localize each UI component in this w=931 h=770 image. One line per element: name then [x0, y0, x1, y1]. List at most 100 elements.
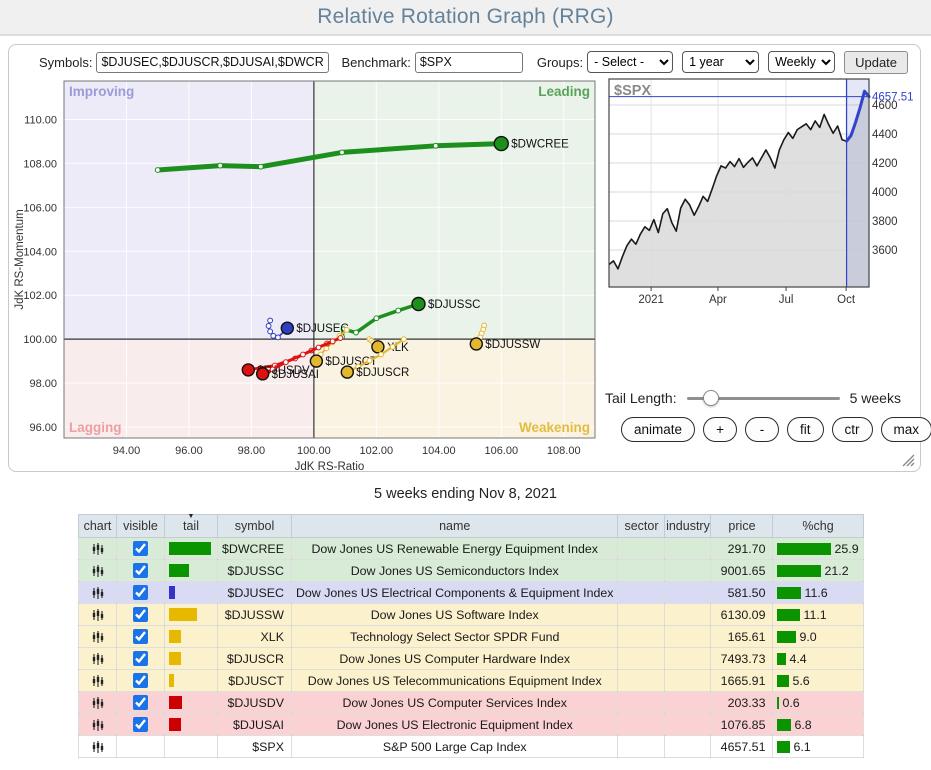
- chart-link-cell[interactable]: [79, 604, 117, 626]
- groups-select[interactable]: - Select -: [587, 51, 673, 73]
- name-cell: Dow Jones US Software Index: [291, 604, 618, 626]
- svg-text:106.00: 106.00: [23, 202, 57, 214]
- chart-link-cell[interactable]: [79, 648, 117, 670]
- svg-text:94.00: 94.00: [113, 445, 141, 457]
- rrg-dot-DJUSAI[interactable]: [257, 368, 269, 380]
- rrg-dot-label: $DJUSAI: [272, 369, 319, 381]
- chart-icon[interactable]: [91, 630, 105, 644]
- resize-handle-icon[interactable]: [900, 452, 915, 467]
- tail-swatch: [169, 718, 181, 731]
- svg-text:Apr: Apr: [709, 294, 727, 306]
- rrg-chart[interactable]: ImprovingLeadingLaggingWeakening96.0098.…: [9, 73, 609, 477]
- chart-link-cell[interactable]: [79, 560, 117, 582]
- rrg-dot-XLK[interactable]: [372, 341, 384, 353]
- visible-checkbox[interactable]: [133, 563, 148, 578]
- rrg-dot-DWCREE[interactable]: [494, 137, 508, 151]
- rrg-dot-label: $DJUSCR: [356, 367, 409, 379]
- name-cell: Dow Jones US Telecommunications Equipmen…: [291, 670, 618, 692]
- column-header-chart[interactable]: chart: [79, 515, 117, 538]
- max-button[interactable]: max: [881, 417, 931, 442]
- visible-checkbox[interactable]: [133, 585, 148, 600]
- price-cell: 291.70: [711, 538, 773, 560]
- fit-button[interactable]: fit: [787, 417, 824, 442]
- column-header-sector[interactable]: sector: [618, 515, 665, 538]
- slider-thumb[interactable]: [703, 390, 719, 406]
- pct-change-bar: [777, 565, 821, 577]
- chart-link-cell[interactable]: [79, 670, 117, 692]
- industry-cell: [665, 714, 711, 736]
- chart-icon[interactable]: [91, 542, 105, 556]
- pct-change-bar: [777, 653, 786, 665]
- column-header-industry[interactable]: industry: [665, 515, 711, 538]
- pct-change-cell: 11.1: [773, 604, 863, 626]
- visible-checkbox[interactable]: [133, 607, 148, 622]
- chart-icon[interactable]: [91, 564, 105, 578]
- chart-icon[interactable]: [91, 586, 105, 600]
- visible-checkbox[interactable]: [133, 695, 148, 710]
- chart-icon[interactable]: [91, 674, 105, 688]
- visible-cell: [117, 736, 165, 758]
- svg-text:2021: 2021: [638, 294, 664, 306]
- frequency-select[interactable]: Weekly: [768, 51, 835, 73]
- svg-text:108.00: 108.00: [23, 158, 57, 170]
- chart-link-cell[interactable]: [79, 626, 117, 648]
- zoom-in-button[interactable]: +: [703, 417, 737, 442]
- update-button[interactable]: Update: [844, 51, 908, 74]
- zoom-out-button[interactable]: -: [745, 417, 779, 442]
- tail-swatch: [169, 630, 181, 643]
- chart-icon[interactable]: [91, 608, 105, 622]
- pct-change-cell: 5.6: [773, 670, 863, 692]
- rrg-dot-DJUSSW[interactable]: [470, 338, 482, 350]
- chart-link-cell[interactable]: [79, 538, 117, 560]
- visible-checkbox[interactable]: [133, 717, 148, 732]
- rrg-dot-DJUSSC[interactable]: [412, 297, 425, 310]
- chart-link-cell[interactable]: [79, 714, 117, 736]
- rrg-dot-DJUSCR[interactable]: [341, 366, 353, 378]
- column-header-symbol[interactable]: symbol: [218, 515, 292, 538]
- svg-text:108.00: 108.00: [547, 445, 581, 457]
- chart-icon[interactable]: [91, 652, 105, 666]
- chart-link-cell[interactable]: [79, 736, 117, 758]
- column-header-chg[interactable]: %chg: [773, 515, 863, 538]
- rrg-dot-label: $DJUSEC: [296, 323, 348, 335]
- page-title: Relative Rotation Graph (RRG): [0, 0, 931, 34]
- benchmark-chart[interactable]: 4657.513600380040004200440046002021AprJu…: [597, 73, 919, 307]
- rrg-dot-DJUSCT[interactable]: [310, 355, 322, 367]
- sector-cell: [618, 560, 665, 582]
- benchmark-input[interactable]: [415, 52, 523, 73]
- label-leading: Leading: [538, 84, 590, 99]
- column-header-tail[interactable]: ▼tail: [165, 515, 218, 538]
- symbol-cell: $DJUSSW: [218, 604, 292, 626]
- name-cell: Dow Jones US Computer Services Index: [291, 692, 618, 714]
- visible-checkbox[interactable]: [133, 629, 148, 644]
- pct-change-value: 25.9: [834, 542, 858, 556]
- column-header-visible[interactable]: visible: [117, 515, 165, 538]
- rrg-dot-DJUSDV[interactable]: [242, 364, 254, 376]
- chart-icon[interactable]: [91, 718, 105, 732]
- industry-cell: [665, 582, 711, 604]
- chart-icon[interactable]: [91, 740, 105, 754]
- rrg-x-axis-label: JdK RS-Ratio: [295, 461, 365, 473]
- tail-length-slider[interactable]: [687, 389, 840, 407]
- visible-checkbox[interactable]: [133, 541, 148, 556]
- animate-button[interactable]: animate: [621, 417, 695, 442]
- chart-link-cell[interactable]: [79, 582, 117, 604]
- symbol-cell: $DJUSEC: [218, 582, 292, 604]
- ctr-button[interactable]: ctr: [832, 417, 873, 442]
- pct-change-value: 5.6: [792, 674, 809, 688]
- rrg-dot-label: $DWCREE: [511, 139, 569, 151]
- pct-change-value: 11.1: [803, 608, 826, 622]
- chart-icon[interactable]: [91, 696, 105, 710]
- period-select[interactable]: 1 year: [682, 51, 759, 73]
- industry-cell: [665, 692, 711, 714]
- svg-text:3600: 3600: [872, 245, 898, 257]
- rrg-dot-DJUSEC[interactable]: [281, 322, 293, 334]
- column-header-name[interactable]: name: [291, 515, 618, 538]
- table-row-XLK: XLKTechnology Select Sector SPDR Fund165…: [79, 626, 864, 648]
- chart-link-cell[interactable]: [79, 692, 117, 714]
- svg-text:Jul: Jul: [779, 294, 794, 306]
- visible-checkbox[interactable]: [133, 651, 148, 666]
- symbols-input[interactable]: [96, 52, 329, 73]
- visible-checkbox[interactable]: [133, 673, 148, 688]
- column-header-price[interactable]: price: [711, 515, 773, 538]
